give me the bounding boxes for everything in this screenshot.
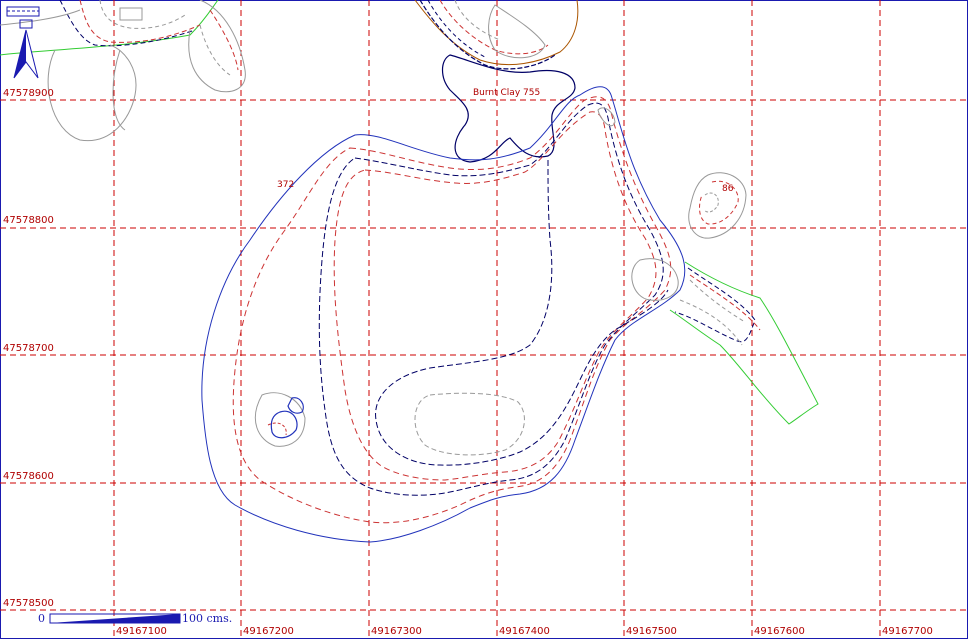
y-label-1: 47578900: [3, 88, 54, 99]
x-label-3: 49167300: [371, 626, 422, 637]
y-label-3: 47578700: [3, 343, 54, 354]
label-86: 86: [722, 184, 734, 194]
channel-southeast: [669, 261, 819, 425]
feature-372: [201, 86, 686, 543]
scale-end-label: 100 cms.: [182, 612, 232, 625]
map-canvas: 49167100 49167200 49167300 49167400 4916…: [0, 0, 968, 639]
top-center-feature: [414, 0, 579, 70]
small-feature-lowerleft: [254, 392, 306, 447]
x-label-1: 49167100: [116, 626, 167, 637]
y-axis-labels: 47578900 47578800 47578700 47578600 4757…: [3, 88, 54, 609]
y-label-5: 47578500: [3, 598, 54, 609]
x-label-2: 49167200: [243, 626, 294, 637]
x-label-5: 49167500: [626, 626, 677, 637]
x-axis-labels: 49167100 49167200 49167300 49167400 4916…: [116, 626, 933, 637]
label-372: 372: [277, 180, 294, 190]
x-label-7: 49167700: [882, 626, 933, 637]
feature-86: [688, 172, 747, 239]
small-rings-right: [597, 107, 679, 301]
x-label-4: 49167400: [499, 626, 550, 637]
burnt-clay-outline: [441, 54, 576, 163]
y-label-2: 47578800: [3, 215, 54, 226]
scale-bar: 0 100 cms.: [38, 612, 232, 625]
scale-start-label: 0: [38, 612, 45, 625]
north-arrow-icon: [6, 6, 40, 79]
x-label-6: 49167600: [754, 626, 805, 637]
y-label-4: 47578600: [3, 471, 54, 482]
label-burnt-clay: Burnt Clay 755: [473, 88, 540, 98]
top-left-features: [0, 0, 246, 142]
